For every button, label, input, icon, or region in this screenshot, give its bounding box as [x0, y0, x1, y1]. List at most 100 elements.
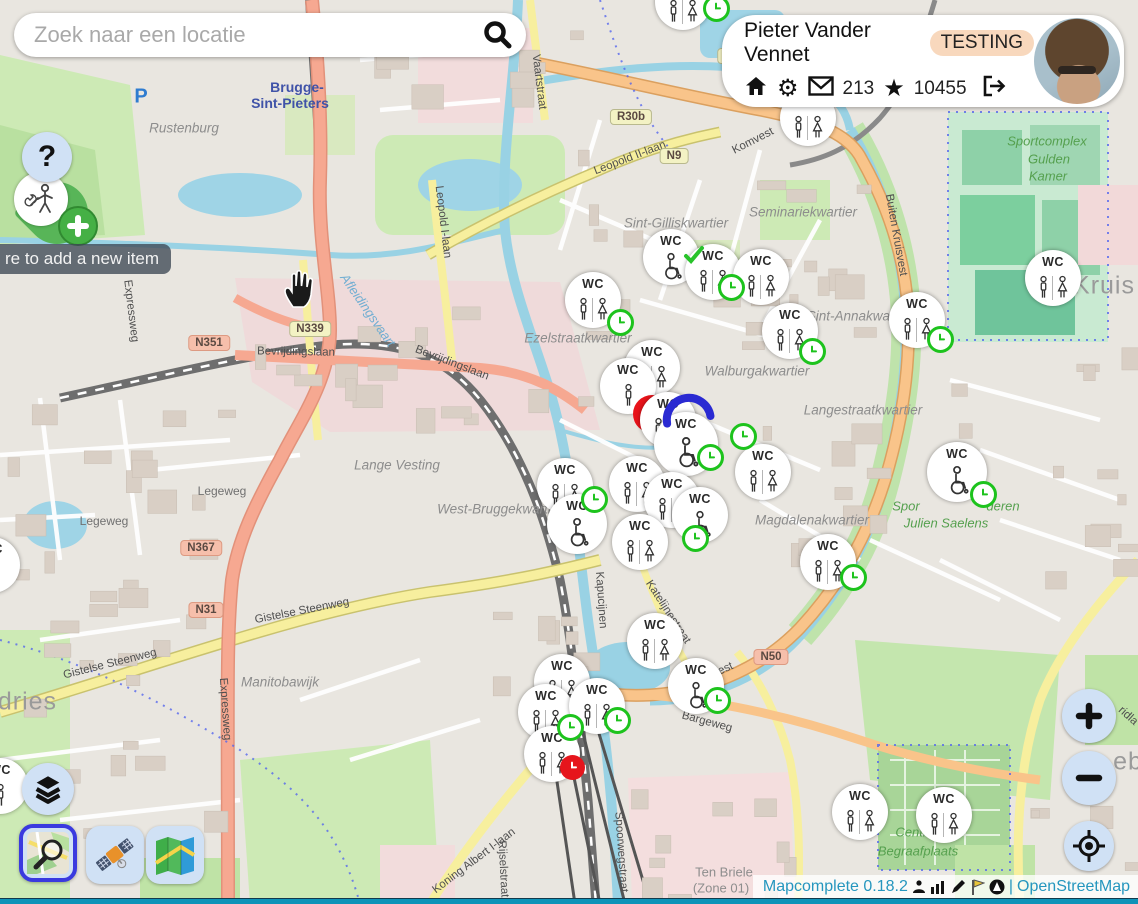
wc-label: WC [1042, 255, 1064, 269]
opening-hours-open-badge [730, 423, 757, 450]
wc-label: WC [946, 447, 968, 461]
wc-label: WC [626, 461, 648, 475]
testing-badge: TESTING [930, 30, 1034, 56]
crosshair-icon [1072, 829, 1106, 863]
wc-toilet-marker[interactable]: WC [762, 303, 818, 359]
wc-label: WC [849, 789, 871, 803]
folded-map-icon [153, 833, 197, 877]
search-input[interactable] [14, 22, 482, 48]
settings-gear-icon[interactable]: ⚙ [777, 79, 799, 99]
satellite-icon [93, 833, 137, 877]
wc-toilet-marker[interactable]: WC [916, 787, 972, 843]
messages-count: 213 [843, 78, 875, 100]
wc-label: WC [582, 277, 604, 291]
attribution-separator: | [1009, 878, 1013, 896]
location-search-bar[interactable] [14, 13, 526, 57]
add-plus-button[interactable] [58, 206, 98, 246]
user-name: Pieter Vander Vennet [744, 19, 920, 67]
wc-label: WC [554, 463, 576, 477]
background-satellite-button[interactable] [86, 826, 144, 884]
wc-label: WC [933, 792, 955, 806]
wc-label: WC [0, 542, 3, 556]
wc-toilet-marker[interactable]: WC [0, 537, 20, 593]
layer-selection-button[interactable] [22, 763, 74, 815]
wc-toilet-marker[interactable]: WC [612, 514, 668, 570]
wc-label: WC [817, 539, 839, 553]
zoom-in-button[interactable] [1062, 689, 1116, 743]
mapillary-icon[interactable] [989, 879, 1005, 895]
wc-label: WC [617, 363, 639, 377]
background-osm-button[interactable] [19, 824, 77, 882]
opening-hours-open-badge [840, 564, 867, 591]
layers-icon [31, 772, 65, 806]
map-markers-layer: WC WC WC WC [0, 0, 1138, 904]
plus-icon [1075, 702, 1103, 730]
opening-hours-open-badge [607, 309, 634, 336]
opening-hours-open-badge [704, 687, 731, 714]
opening-hours-closed-badge [560, 755, 585, 780]
wc-wheelchair-marker[interactable]: WC [668, 658, 724, 714]
wc-label: WC [779, 308, 801, 322]
opening-hours-open-badge [604, 707, 631, 734]
edit-pencil-icon[interactable] [950, 879, 966, 895]
opening-hours-open-badge [927, 326, 954, 353]
wc-label: WC [906, 297, 928, 311]
add-item-tooltip: re to add a new item [0, 244, 171, 274]
josm-flag-icon[interactable] [970, 879, 985, 895]
opening-hours-open-badge [697, 444, 724, 471]
opening-hours-open-badge [557, 714, 584, 741]
osm-map-magnifier-icon [27, 832, 69, 874]
osm-link[interactable]: OpenStreetMap [1017, 878, 1130, 896]
help-button[interactable]: ? [22, 132, 72, 182]
wc-label: WC [586, 683, 608, 697]
wc-toilet-marker[interactable]: WC [1025, 250, 1081, 306]
hand-cursor-icon [281, 267, 315, 314]
wc-toilet-marker[interactable]: WC [655, 0, 711, 30]
wc-label: WC [0, 763, 11, 777]
wc-label: WC [641, 345, 663, 359]
mapcomplete-app: ndriesKruisebRustenburgSint-Gilliskwarti… [0, 0, 1138, 904]
wc-label: WC [551, 659, 573, 673]
wc-label: WC [629, 519, 651, 533]
opening-hours-open-badge [581, 486, 608, 513]
geolocate-button[interactable] [1064, 821, 1114, 871]
logout-icon[interactable] [982, 75, 1006, 103]
opening-hours-open-badge [682, 525, 709, 552]
wc-toilet-marker[interactable]: WC [889, 292, 945, 348]
wc-label: WC [535, 689, 557, 703]
opening-hours-open-badge [718, 274, 745, 301]
wc-label: WC [685, 663, 707, 677]
confirmed-check-badge [683, 244, 705, 266]
wc-label: WC [644, 618, 666, 632]
wc-label: WC [750, 254, 772, 268]
changeset-count: 10455 [914, 78, 967, 100]
community-icon[interactable] [912, 879, 926, 894]
wc-toilet-marker[interactable]: WC [627, 613, 683, 669]
messages-icon[interactable] [808, 76, 834, 102]
opening-hours-open-badge [703, 0, 730, 22]
attribution-bar: Mapcomplete 0.18.2 | OpenStreetMap [753, 875, 1138, 898]
wc-toilet-marker[interactable]: WC [735, 444, 791, 500]
home-icon[interactable] [744, 74, 768, 104]
star-icon[interactable]: ★ [883, 79, 905, 99]
user-avatar[interactable] [1034, 18, 1120, 104]
zoom-out-button[interactable] [1062, 751, 1116, 805]
opening-hours-open-badge [970, 481, 997, 508]
statistics-icon[interactable] [930, 879, 946, 894]
user-panel[interactable]: Pieter Vander Vennet TESTING ⚙ 213 ★ 104… [722, 15, 1124, 107]
wc-label: WC [702, 249, 724, 263]
background-map-button[interactable] [146, 826, 204, 884]
app-version[interactable]: Mapcomplete 0.18.2 [763, 878, 908, 896]
wc-toilet-marker[interactable]: WC [565, 272, 621, 328]
bottom-accent-bar [0, 898, 1138, 904]
wc-label: WC [689, 492, 711, 506]
wc-label: WC [752, 449, 774, 463]
minus-icon [1075, 764, 1103, 792]
opening-hours-open-badge [799, 338, 826, 365]
wc-toilet-marker[interactable]: WC [832, 784, 888, 840]
wc-label: WC [660, 234, 682, 248]
search-icon[interactable] [482, 19, 514, 51]
wc-label: WC [661, 477, 683, 491]
wc-toilet-marker[interactable]: WC [800, 534, 856, 590]
wc-wheelchair-marker[interactable]: WC [927, 442, 987, 502]
